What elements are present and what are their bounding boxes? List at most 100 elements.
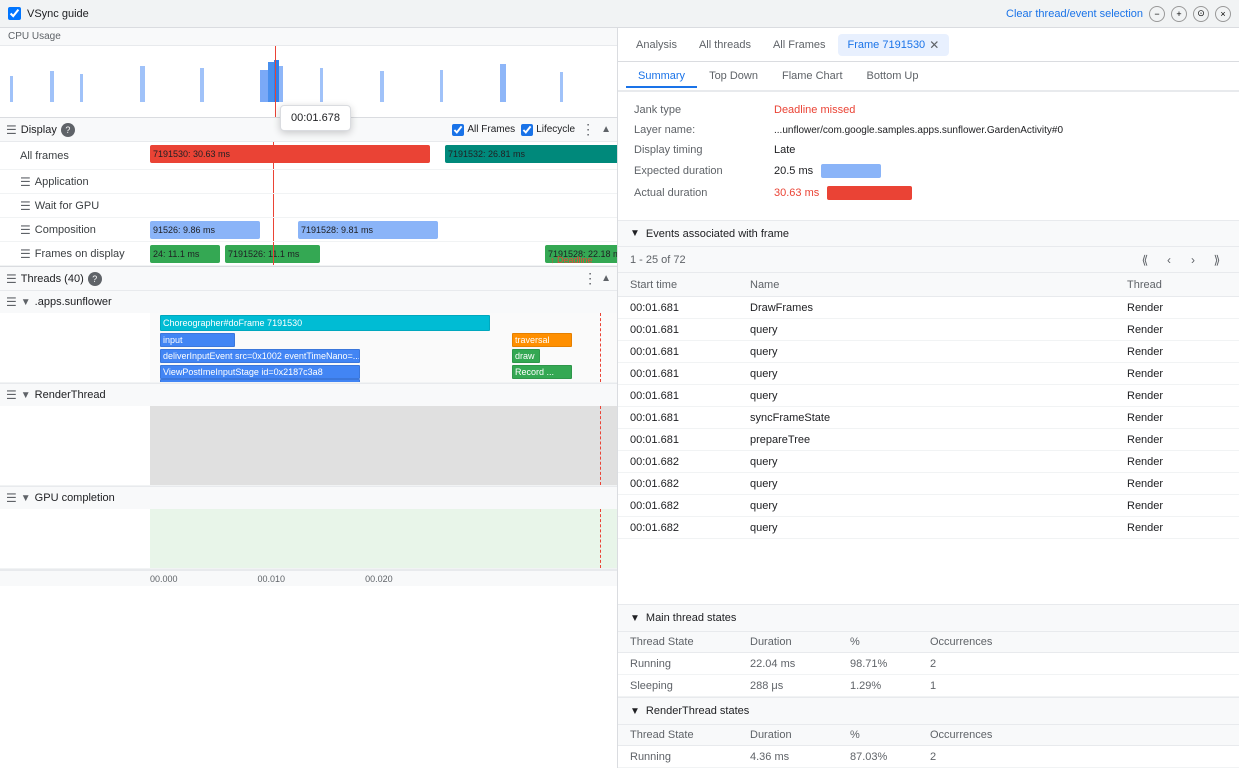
composition-content[interactable]: 91526: 9.86 ms 7191528: 9.81 ms [150, 218, 617, 241]
page-next-btn[interactable]: › [1183, 250, 1203, 270]
page-prev-btn[interactable]: ‹ [1159, 250, 1179, 270]
application-drag: ☰ [20, 175, 31, 189]
event-row-6[interactable]: 00:01.681 prepareTree Render [618, 429, 1239, 451]
event-start-1: 00:01.681 [630, 324, 750, 336]
main-col-occ-header: Occurrences [930, 636, 1030, 648]
gpu-expand-icon[interactable]: ▼ [21, 493, 31, 504]
threads-section: ☰ Threads (40) ? ⋮ ▲ ☰ ▼ .apps.sunflow [0, 267, 617, 768]
frame-tab-label: Frame 7191530 [848, 39, 926, 51]
sub-tab-flamechart[interactable]: Flame Chart [770, 66, 855, 88]
threads-help-icon[interactable]: ? [88, 272, 102, 286]
jank-type-label: Jank type [634, 104, 774, 116]
comp-bar-91526[interactable]: 91526: 9.86 ms [150, 221, 260, 239]
event-start-0: 00:01.681 [630, 302, 750, 314]
render-thread-states-header[interactable]: ▼ RenderThread states [618, 698, 1239, 724]
event-row-10[interactable]: 00:01.682 query Render [618, 517, 1239, 539]
sub-tab-summary[interactable]: Summary [626, 66, 697, 88]
lifecycle-label[interactable]: Lifecycle [521, 124, 575, 136]
gpu-track-content[interactable]: waiti... waitF... [150, 509, 617, 568]
sunflower-track-label [0, 313, 150, 382]
deadline-line-gpu [600, 509, 601, 568]
event-row-5[interactable]: 00:01.681 syncFrameState Render [618, 407, 1239, 429]
flame-rvscroll-1[interactable]: RV Scroll [160, 379, 360, 382]
thread-header-gpu[interactable]: ☰ ▼ GPU completion [0, 487, 617, 509]
sunflower-expand-icon[interactable]: ▼ [21, 297, 31, 308]
render-drag: ☰ [6, 388, 17, 402]
event-name-4: query [750, 390, 1127, 402]
event-row-4[interactable]: 00:01.681 query Render [618, 385, 1239, 407]
all-frames-content[interactable]: 7191530: 30.63 ms 7191532: 26.81 ms [150, 142, 617, 169]
threads-collapse-btn[interactable]: ▲ [601, 273, 611, 284]
jank-type-value: Deadline missed [774, 104, 855, 116]
right-panel: Analysis All threads All Frames Frame 71… [618, 28, 1239, 768]
event-row-1[interactable]: 00:01.681 query Render [618, 319, 1239, 341]
flame-traversal[interactable]: traversal [512, 333, 572, 347]
flame-deliverInput[interactable]: deliverInputEvent src=0x1002 eventTimeNa… [160, 349, 360, 363]
flame-input-1[interactable]: input [160, 333, 235, 347]
expand-btn[interactable]: + [1171, 6, 1187, 22]
sunflower-drag: ☰ [6, 295, 17, 309]
tab-frame-7191530[interactable]: Frame 7191530 ✕ [838, 34, 950, 56]
frame-tab-close[interactable]: ✕ [929, 38, 939, 52]
render-track-row: DrawFram... flus... [0, 406, 617, 486]
render-track-content[interactable]: DrawFram... flus... [150, 406, 617, 485]
display-collapse-btn[interactable]: ▲ [601, 124, 611, 135]
sub-tab-bottomup[interactable]: Bottom Up [855, 66, 931, 88]
render-thread-expand-icon[interactable]: ▼ [630, 706, 640, 717]
tab-all-threads[interactable]: All threads [689, 35, 761, 55]
display-drag-handle[interactable]: ☰ [6, 123, 17, 137]
clear-selection-link[interactable]: Clear thread/event selection [1006, 8, 1143, 20]
refresh-btn[interactable]: ⊙ [1193, 6, 1209, 22]
event-row-0[interactable]: 00:01.681 DrawFrames Render [618, 297, 1239, 319]
frame-bar-7191532[interactable]: 7191532: 26.81 ms [445, 145, 617, 163]
minimize-btn[interactable]: − [1149, 6, 1165, 22]
page-last-btn[interactable]: ⟫ [1207, 250, 1227, 270]
display-help-icon[interactable]: ? [61, 123, 75, 137]
thread-header-sunflower[interactable]: ☰ ▼ .apps.sunflower [0, 291, 617, 313]
fod-bar-24[interactable]: 24: 11.1 ms [150, 245, 220, 263]
wait-gpu-content[interactable]: 7191530... [150, 194, 617, 217]
render-expand-icon[interactable]: ▼ [21, 390, 31, 401]
wait-gpu-track: ☰ Wait for GPU 7191530... [0, 194, 617, 218]
lifecycle-checkbox[interactable] [521, 124, 533, 136]
display-dots-menu[interactable]: ⋮ [581, 121, 595, 138]
main-thread-expand-icon[interactable]: ▼ [630, 613, 640, 624]
thread-header-render[interactable]: ☰ ▼ RenderThread [0, 384, 617, 406]
tab-analysis[interactable]: Analysis [626, 35, 687, 55]
main-thread-table-header: Thread State Duration % Occurrences [618, 631, 1239, 653]
event-row-2[interactable]: 00:01.681 query Render [618, 341, 1239, 363]
comp-bar-7191528[interactable]: 7191528: 9.81 ms [298, 221, 438, 239]
left-panel: CPU Usage [0, 28, 618, 768]
pagination-controls: ⟪ ‹ › ⟫ [1135, 250, 1227, 270]
flame-draw[interactable]: draw [512, 349, 540, 363]
sub-tab-topdown[interactable]: Top Down [697, 66, 770, 88]
frames-display-content[interactable]: 24: 11.1 ms 7191526: 11.1 ms 7191528: 22… [150, 242, 617, 265]
vsync-checkbox[interactable] [8, 7, 21, 20]
all-frames-label[interactable]: All Frames [452, 124, 515, 136]
frames-display-label: ☰ Frames on display [0, 247, 150, 261]
events-header: ▼ Events associated with frame [618, 221, 1239, 247]
expected-duration-container: 20.5 ms [774, 164, 881, 178]
events-expand-icon[interactable]: ▼ [630, 228, 640, 239]
event-row-3[interactable]: 00:01.681 query Render [618, 363, 1239, 385]
application-content[interactable]: 530... [150, 170, 617, 193]
frame-bar-7191530[interactable]: 7191530: 30.63 ms [150, 145, 430, 163]
event-row-9[interactable]: 00:01.682 query Render [618, 495, 1239, 517]
expected-duration-value: 20.5 ms [774, 165, 813, 177]
event-row-8[interactable]: 00:01.682 query Render [618, 473, 1239, 495]
main-thread-states-header[interactable]: ▼ Main thread states [618, 605, 1239, 631]
all-frames-checkbox[interactable] [452, 124, 464, 136]
close-btn[interactable]: × [1215, 6, 1231, 22]
tab-all-frames[interactable]: All Frames [763, 35, 836, 55]
display-header: ☰ Display ? All Frames Lifecycle ⋮ [0, 118, 617, 142]
frames-display-drag: ☰ [20, 247, 31, 261]
flame-choreographer-1[interactable]: Choreographer#doFrame 7191530 [160, 315, 490, 331]
event-row-7[interactable]: 00:01.682 query Render [618, 451, 1239, 473]
threads-dots-menu[interactable]: ⋮ [583, 270, 597, 287]
page-first-btn[interactable]: ⟪ [1135, 250, 1155, 270]
flame-record[interactable]: Record ... [512, 365, 572, 379]
main-col-dur-header: Duration [750, 636, 850, 648]
main-dur-0: 22.04 ms [750, 658, 850, 670]
flame-viewpost[interactable]: ViewPostImeInputStage id=0x2187c3a8 [160, 365, 360, 379]
sunflower-track-content[interactable]: Choreographer#doFrame 7191530 input trav… [150, 313, 617, 382]
